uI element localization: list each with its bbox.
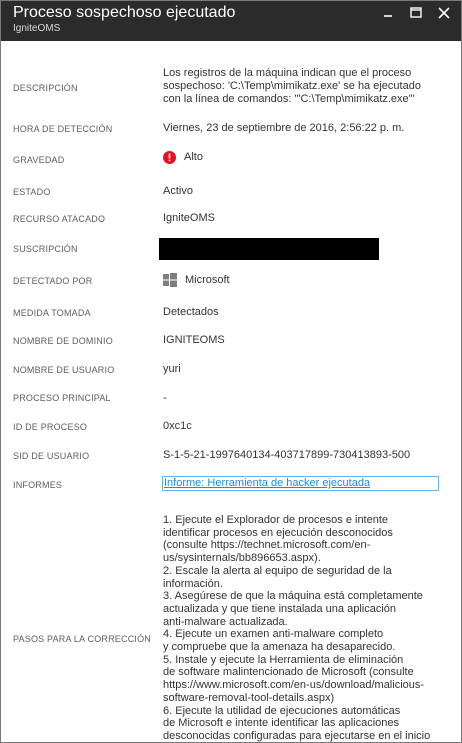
description-line: Los registros de la máquina indican que … — [163, 67, 412, 79]
remediation-step-line: software-removal-tool-details.aspx) — [163, 691, 335, 704]
alert-details-panel: Proceso sospechoso ejecutado IgniteOMS D… — [0, 0, 462, 743]
user-name-label: NOMBRE DE USUARIO — [13, 365, 115, 375]
user-sid-value: S-1-5-21-1997640134-403717899-730413893-… — [163, 449, 411, 461]
pin-button[interactable] — [381, 6, 395, 20]
remediation-step-line: https://www.microsoft.com/en-us/download… — [163, 679, 425, 692]
detected-by-label: DETECTADO POR — [13, 276, 93, 286]
description-line: sospechoso: 'C:\Temp\mimikatz.exe' se ha… — [163, 80, 421, 92]
remediation-steps-text: 1. Ejecute el Explorador de procesos e i… — [163, 514, 443, 742]
action-taken-label: MEDIDA TOMADA — [13, 308, 91, 318]
resource-value: IgniteOMS — [163, 212, 215, 224]
title-bar: Proceso sospechoso ejecutado IgniteOMS — [1, 1, 461, 41]
remediation-step-line: anti-malware actualizada. — [163, 615, 288, 628]
user-name-value: yuri — [163, 363, 181, 375]
process-id-value: 0xc1c — [163, 420, 192, 432]
pin-icon — [384, 15, 392, 17]
remediation-steps-label: PASOS PARA LA CORRECCIÓN — [13, 634, 152, 644]
action-taken-value: Detectados — [163, 306, 219, 318]
remediation-step-line: 1. Ejecute el Explorador de procesos e i… — [163, 514, 389, 526]
severity-value-group: Alto — [163, 151, 203, 164]
state-value: Activo — [163, 185, 193, 197]
process-id-label: ID DE PROCESO — [13, 422, 88, 432]
remediation-step-line: 2. Escale la alerta al equipo de segurid… — [163, 564, 392, 590]
subscription-label: SUSCRIPCIÓN — [13, 244, 78, 254]
maximize-button[interactable] — [409, 6, 423, 20]
user-sid-label: SID DE USUARIO — [13, 451, 90, 461]
panel-title: Proceso sospechoso ejecutado — [13, 4, 236, 21]
description-line: con la línea de comandos: '"C:\Temp\mimi… — [163, 93, 415, 105]
subscription-redacted-value — [159, 238, 379, 260]
parent-process-label: PROCESO PRINCIPAL — [13, 393, 111, 403]
reports-label: INFORMES — [13, 480, 63, 490]
remediation-step-line: 3. Asegúrese de que la máquina está comp… — [163, 590, 423, 603]
remediation-step-line: identificar procesos en ejecución descon… — [163, 526, 393, 539]
severity-value: Alto — [184, 151, 203, 163]
remediation-step-line: de Microsoft e intente identificar las a… — [163, 717, 400, 730]
remediation-step-line: (consulte https://technet.microsoft.com/… — [163, 539, 371, 552]
remediation-step-line: us/sysinternals/bb896653.aspx). — [163, 552, 321, 565]
remediation-step-line: y compruebe que la amenaza ha desapareci… — [163, 641, 396, 654]
detected-by-value: Microsoft — [185, 273, 230, 286]
domain-name-value: IGNITEOMS — [163, 334, 225, 346]
description-value: Los registros de la máquina indican que … — [163, 67, 421, 106]
maximize-icon — [410, 7, 422, 18]
high-severity-icon — [163, 151, 176, 164]
windows-logo-icon — [163, 273, 177, 287]
remediation-step-line: 4. Ejecute un examen anti-malware comple… — [163, 628, 384, 641]
resource-label: RECURSO ATACADO — [13, 214, 106, 224]
domain-name-label: NOMBRE DE DOMINIO — [13, 336, 113, 346]
panel-subtitle: IgniteOMS — [13, 23, 61, 34]
remediation-step-line: desconocidas configuradas para ejecutars… — [163, 729, 431, 742]
window-controls — [381, 6, 451, 20]
description-label: DESCRIPCIÓN — [13, 83, 78, 93]
remediation-step-line: 6. Ejecute la utilidad de ejecuciones au… — [163, 704, 401, 717]
report-link[interactable]: Informe: Herramienta de hacker ejecutada — [162, 476, 439, 491]
remediation-step-line: 5. Instale y ejecute la Herramienta de e… — [163, 653, 404, 666]
severity-label: GRAVEDAD — [13, 155, 65, 165]
close-button[interactable] — [437, 6, 451, 20]
state-label: ESTADO — [13, 187, 51, 197]
remediation-step-line: actualizada y que tiene instalada una ap… — [163, 602, 396, 615]
detection-time-value: Viernes, 23 de septiembre de 2016, 2:56:… — [163, 122, 405, 134]
close-icon — [438, 7, 450, 19]
remediation-step-line: de software malintencionado de Microsoft… — [163, 666, 414, 679]
detected-by-value-group: Microsoft — [163, 273, 230, 287]
parent-process-value: - — [163, 392, 167, 404]
detection-time-label: HORA DE DETECCIÓN — [13, 124, 113, 134]
